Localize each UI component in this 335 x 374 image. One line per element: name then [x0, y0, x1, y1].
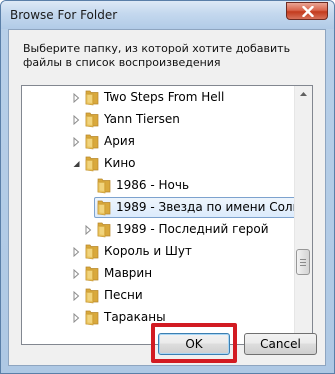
close-icon: [302, 6, 314, 17]
dialog-body: Выберите папку, из которой хотите добави…: [8, 29, 326, 366]
thumb-grip-line: [300, 259, 306, 260]
tree-item-label: Маврин: [104, 266, 153, 280]
tree-item-label: 1986 - Ночь: [116, 178, 190, 192]
folder-icon: [85, 90, 99, 106]
scroll-thumb[interactable]: [296, 249, 310, 275]
folder-icon: [85, 134, 99, 150]
collapsed-arrow-icon[interactable]: [72, 137, 81, 147]
tree-item[interactable]: Ария: [22, 131, 292, 153]
tree-item[interactable]: 1986 - Ночь: [22, 175, 292, 197]
tree-item-label: Король и Шут: [104, 244, 192, 258]
tree-item[interactable]: Two Steps From Hell: [22, 87, 292, 109]
folder-icon: [85, 266, 99, 282]
thumb-grip-line: [300, 262, 306, 263]
tree-item[interactable]: Маврин: [22, 263, 292, 285]
collapsed-arrow-icon[interactable]: [72, 291, 81, 301]
collapsed-arrow-icon[interactable]: [72, 115, 81, 125]
tree-item-label: Ария: [104, 134, 135, 148]
expanded-arrow-icon[interactable]: [72, 159, 81, 169]
collapsed-arrow-icon[interactable]: [72, 269, 81, 279]
window-title: Browse For Folder: [10, 8, 118, 22]
scroll-up-button[interactable]: [295, 86, 312, 103]
tree-item-label: Yann Tiersen: [104, 112, 180, 126]
close-button[interactable]: [286, 2, 328, 20]
tree-item[interactable]: Песни: [22, 285, 292, 307]
scroll-up-icon: [300, 92, 307, 96]
collapsed-arrow-icon[interactable]: [84, 225, 93, 235]
tree-item-label: Two Steps From Hell: [104, 90, 225, 104]
tree-item-label: Кино: [104, 156, 136, 170]
folder-icon: [85, 288, 99, 304]
tree-item-label: 1989 - Последний герой: [116, 222, 269, 236]
tree-item-label: Тараканы: [104, 310, 166, 324]
thumb-grip-line: [300, 265, 306, 266]
collapsed-arrow-icon[interactable]: [72, 247, 81, 257]
folder-icon: [97, 178, 111, 194]
folder-icon: [97, 222, 111, 238]
folder-icon: [85, 310, 99, 326]
browse-for-folder-dialog: Browse For Folder Выберите папку, из кот…: [0, 0, 335, 374]
tree-item[interactable]: Король и Шут: [22, 241, 292, 263]
folder-icon: [85, 156, 99, 172]
folder-icon: [97, 200, 111, 216]
vertical-scrollbar[interactable]: [294, 86, 312, 344]
tree-item-label: 1989 - Звезда по имени Солнце: [116, 200, 313, 214]
tree-item[interactable]: Yann Tiersen: [22, 109, 292, 131]
cancel-button[interactable]: Cancel: [244, 333, 317, 355]
tree-item[interactable]: 1989 - Звезда по имени Солнце: [22, 197, 312, 219]
collapsed-arrow-icon[interactable]: [72, 93, 81, 103]
folder-icon: [85, 244, 99, 260]
collapsed-arrow-icon[interactable]: [72, 313, 81, 323]
tree-item-label: Песни: [104, 288, 143, 302]
instruction-text: Выберите папку, из которой хотите добави…: [23, 42, 291, 69]
folder-icon: [85, 112, 99, 128]
folder-tree[interactable]: Two Steps From Hell Yann Tiersen Ария Кино 1…: [21, 85, 313, 345]
tree-item[interactable]: 1989 - Последний герой: [22, 219, 292, 241]
tree-item[interactable]: Кино: [22, 153, 292, 175]
ok-button[interactable]: OK: [158, 333, 230, 355]
title-bar[interactable]: Browse For Folder: [1, 1, 334, 29]
